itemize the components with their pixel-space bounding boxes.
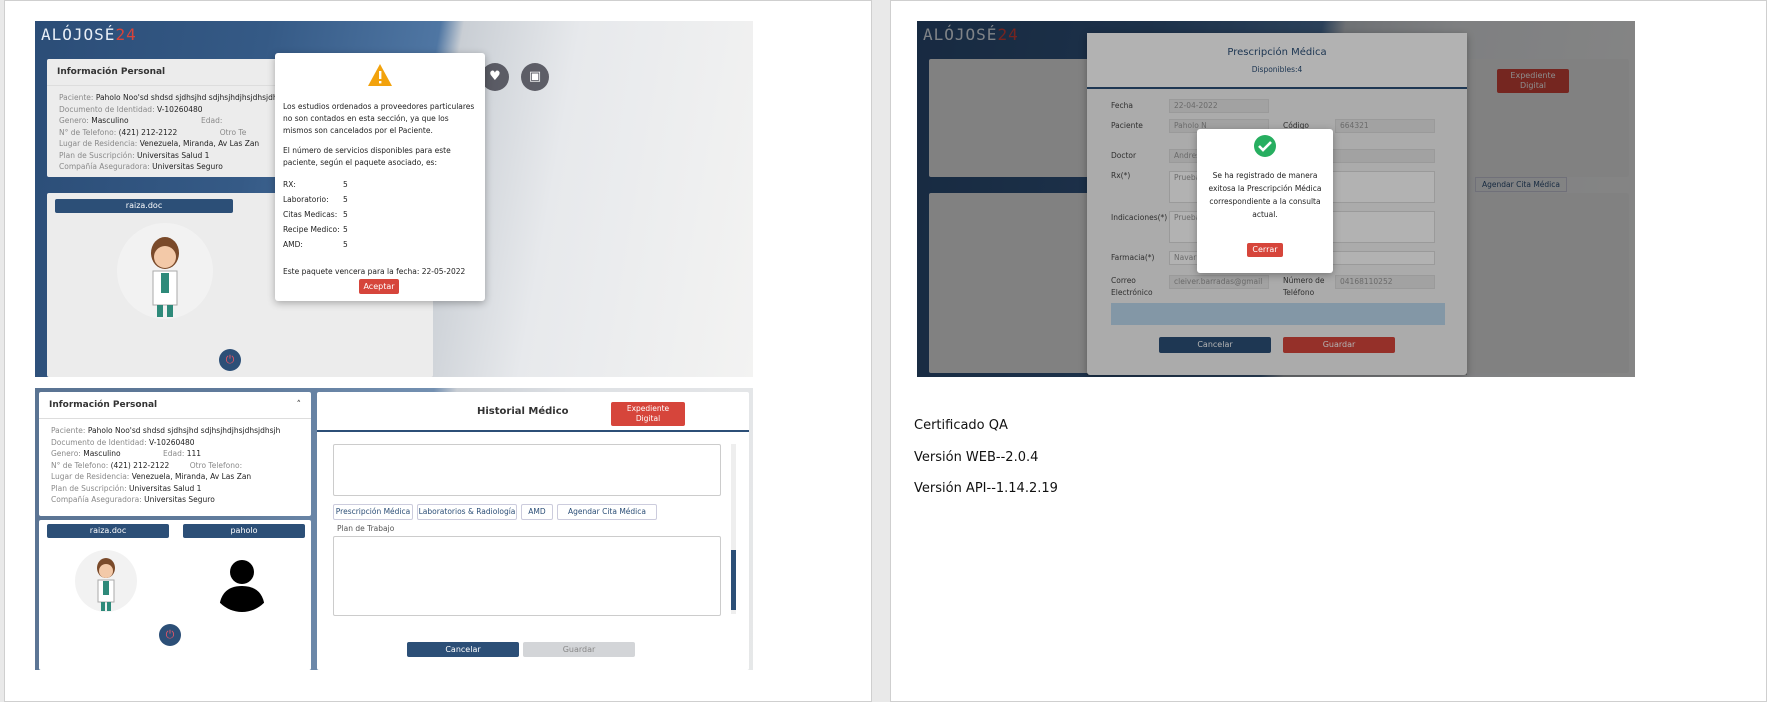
- plan-textarea[interactable]: [333, 536, 721, 616]
- scrollbar[interactable]: [731, 444, 736, 614]
- screenshot-prescription-success: ALÓJOSÉ24 Expediente Digital Agendar Cit…: [917, 21, 1635, 377]
- patient-button[interactable]: paholo: [183, 524, 305, 538]
- success-modal: Se ha registrado de manera exitosa la Pr…: [1197, 129, 1333, 273]
- power-icon[interactable]: ⏻: [159, 624, 181, 646]
- expediente-digital-button[interactable]: Expediente Digital: [611, 402, 685, 426]
- modal-text-2: El número de servicios disponibles para …: [283, 146, 451, 167]
- api-version: Versión API--1.14.2.19: [914, 481, 1058, 496]
- service-row: RX: 5: [283, 177, 477, 192]
- web-version: Versión WEB--2.0.4: [914, 450, 1039, 465]
- save-button[interactable]: Guardar: [523, 642, 635, 657]
- medical-history-panel: Historial Médico Expediente Digital Pres…: [317, 392, 749, 670]
- package-info-modal: Los estudios ordenados a proveedores par…: [275, 53, 485, 301]
- doctor-button[interactable]: raiza.doc: [47, 524, 169, 538]
- patient-avatar: [211, 550, 273, 612]
- plan-label: Plan de Trabajo: [337, 524, 395, 533]
- inbox-icon[interactable]: ▣: [521, 63, 549, 91]
- notes-textarea[interactable]: [333, 444, 721, 496]
- service-row: Laboratorio: 5: [283, 192, 477, 207]
- accept-button[interactable]: Aceptar: [359, 279, 399, 294]
- modal-expiry: Este paquete vencera para la fecha: 22-0…: [283, 267, 466, 276]
- screenshot-package-modal: ALÓJOSÉ24 Información Personal Paciente:…: [35, 21, 753, 377]
- service-row: AMD: 5: [283, 237, 477, 252]
- doctor-avatar: [117, 223, 213, 319]
- doctor-avatar: [75, 550, 137, 612]
- success-message: Se ha registrado de manera exitosa la Pr…: [1208, 171, 1322, 219]
- service-name: Citas Medicas:: [283, 210, 338, 219]
- doctor-button[interactable]: raiza.doc: [55, 199, 233, 213]
- checkmark-icon: [1205, 135, 1325, 161]
- document-page-1: ALÓJOSÉ24 Información Personal Paciente:…: [4, 0, 872, 702]
- service-value: 5: [343, 180, 348, 189]
- collapse-icon[interactable]: ˄: [297, 400, 302, 410]
- services-list: RX: 5 Laboratorio: 5 Citas Medicas: 5 Recipe M…: [283, 177, 477, 252]
- service-name: Laboratorio:: [283, 195, 329, 204]
- service-name: AMD:: [283, 240, 303, 249]
- tab-1[interactable]: Laboratorios & Radiología: [417, 504, 517, 520]
- service-value: 5: [343, 195, 348, 204]
- brand-logo: ALÓJOSÉ24: [41, 25, 137, 44]
- document-page-2: ALÓJOSÉ24 Expediente Digital Agendar Cit…: [890, 0, 1767, 702]
- cancel-button[interactable]: Cancelar: [407, 642, 519, 657]
- close-button[interactable]: Cerrar: [1247, 243, 1283, 257]
- patient-info: Paciente: Paholo Noo'sd shdsd sjdhsjhd s…: [51, 426, 281, 504]
- qa-certificate: Certificado QA: [914, 418, 1008, 433]
- users-card: raiza.doc paholo ⏻: [39, 520, 311, 670]
- service-row: Recipe Medico: 5: [283, 222, 477, 237]
- screenshot-medical-history: Información Personal ˄ Paciente: Paholo N…: [35, 388, 753, 670]
- service-name: Recipe Medico:: [283, 225, 340, 234]
- heart-monitor-icon[interactable]: ♥: [481, 63, 509, 91]
- service-value: 5: [343, 225, 348, 234]
- personal-info-card: Información Personal ˄ Paciente: Paholo N…: [39, 392, 311, 516]
- card-title: Información Personal ˄: [39, 392, 311, 419]
- tab-3[interactable]: Agendar Cita Médica: [557, 504, 657, 520]
- service-value: 5: [343, 240, 348, 249]
- service-value: 5: [343, 210, 348, 219]
- service-row: Citas Medicas: 5: [283, 207, 477, 222]
- history-title: Historial Médico: [477, 406, 569, 417]
- service-name: RX:: [283, 180, 296, 189]
- tab-2[interactable]: AMD: [521, 504, 553, 520]
- modal-text-1: Los estudios ordenados a proveedores par…: [283, 102, 475, 135]
- warning-icon: [283, 63, 477, 91]
- power-icon[interactable]: ⏻: [219, 349, 241, 371]
- tab-0[interactable]: Prescripción Médica: [333, 504, 413, 520]
